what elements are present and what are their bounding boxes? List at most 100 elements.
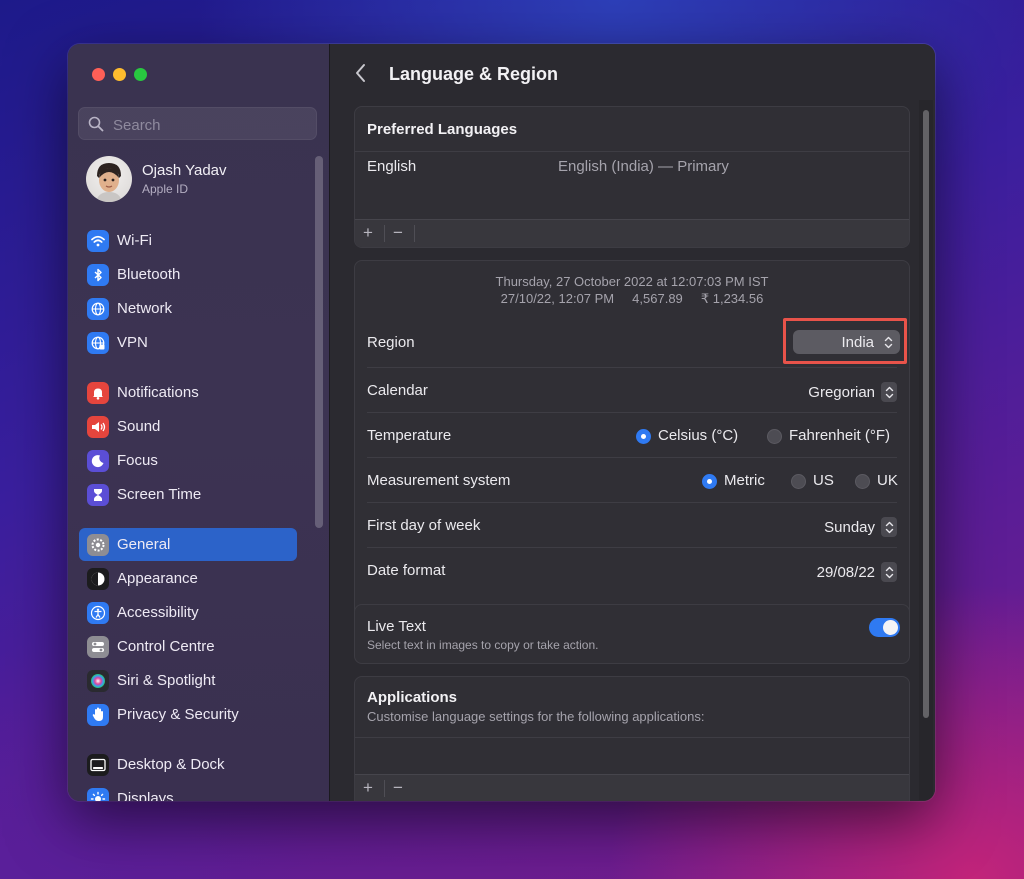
calendar-popup[interactable]: Gregorian xyxy=(808,380,897,404)
uk-radio[interactable] xyxy=(855,474,870,489)
sidebar-item-general[interactable]: General xyxy=(79,528,297,561)
format-preview-numbers: 27/10/22, 12:07 PM 4,567.89 ₹ 1,234.56 xyxy=(500,291,764,306)
format-preview-datetime: Thursday, 27 October 2022 at 12:07:03 PM… xyxy=(495,274,769,289)
applications-heading: Applications xyxy=(367,689,458,706)
sidebar-item-label: Bluetooth xyxy=(117,266,181,283)
divider xyxy=(367,367,897,368)
zoom-button[interactable] xyxy=(134,68,147,81)
sidebar-item-label: Accessibility xyxy=(117,604,199,621)
applications-toolbar: + − xyxy=(355,774,909,801)
metric-radio[interactable] xyxy=(702,474,717,489)
sidebar-item-control-centre[interactable]: Control Centre xyxy=(79,630,297,663)
page-title: Language & Region xyxy=(389,64,559,84)
divider xyxy=(355,737,909,738)
profile-name: Ojash Yadav xyxy=(142,162,227,179)
region-settings-card: Thursday, 27 October 2022 at 12:07:03 PM… xyxy=(354,260,910,634)
sidebar-item-label: General xyxy=(117,536,171,553)
sidebar-scrollbar[interactable] xyxy=(315,156,323,528)
divider xyxy=(367,547,897,548)
region-label: Region xyxy=(367,334,415,351)
sidebar-item-label: Siri & Spotlight xyxy=(117,672,216,689)
applications-description: Customise language settings for the foll… xyxy=(367,709,705,724)
us-label[interactable]: US xyxy=(813,472,834,489)
bell-icon xyxy=(87,381,109,404)
sidebar-item-label: Control Centre xyxy=(117,638,215,655)
date-format-label: Date format xyxy=(367,562,446,579)
search-field[interactable] xyxy=(78,107,317,140)
fahrenheit-label[interactable]: Fahrenheit (°F) xyxy=(789,427,890,444)
main-pane: Language & Region Preferred Languages En… xyxy=(330,44,935,801)
applications-card: Applications Customise language settings… xyxy=(354,676,910,801)
sidebar-item-label: Notifications xyxy=(117,384,199,401)
live-text-card: Live Text Select text in images to copy … xyxy=(354,604,910,664)
sidebar-item-bluetooth[interactable]: Bluetooth xyxy=(79,258,297,291)
sidebar-item-appearance[interactable]: Appearance xyxy=(79,562,297,595)
sidebar-item-siri-spotlight[interactable]: Siri & Spotlight xyxy=(79,664,297,697)
language-detail: English (India) — Primary xyxy=(558,158,729,175)
divider xyxy=(384,225,385,242)
sidebar-item-notifications[interactable]: Notifications xyxy=(79,376,297,409)
sidebar-item-focus[interactable]: Focus xyxy=(79,444,297,477)
divider xyxy=(355,151,909,152)
date-format-value: 29/08/22 xyxy=(816,563,875,581)
us-radio[interactable] xyxy=(791,474,806,489)
sidebar-item-screen-time[interactable]: Screen Time xyxy=(79,478,297,511)
calendar-label: Calendar xyxy=(367,382,428,399)
celsius-radio[interactable] xyxy=(636,429,651,444)
sidebar-item-sound[interactable]: Sound xyxy=(79,410,297,443)
divider xyxy=(367,457,897,458)
add-language-button[interactable]: + xyxy=(363,223,373,243)
sidebar-item-accessibility[interactable]: Accessibility xyxy=(79,596,297,629)
sidebar-item-label: Desktop & Dock xyxy=(117,756,225,773)
first-day-label: First day of week xyxy=(367,517,481,534)
updown-chevron-icon xyxy=(881,382,897,402)
bluetooth-icon xyxy=(87,263,109,286)
minimize-button[interactable] xyxy=(113,68,126,81)
sidebar-item-vpn[interactable]: VPN xyxy=(79,326,297,359)
first-day-value: Sunday xyxy=(824,518,875,536)
remove-application-button[interactable]: − xyxy=(393,778,403,798)
calendar-value: Gregorian xyxy=(808,383,875,401)
first-day-popup[interactable]: Sunday xyxy=(824,515,897,539)
sidebar-item-label: Screen Time xyxy=(117,486,202,503)
add-application-button[interactable]: + xyxy=(363,778,373,798)
control-centre-icon xyxy=(87,635,109,658)
sidebar-item-network[interactable]: Network xyxy=(79,292,297,325)
language-name[interactable]: English xyxy=(367,158,416,175)
live-text-description: Select text in images to copy or take ac… xyxy=(367,638,599,652)
moon-icon xyxy=(87,449,109,472)
divider xyxy=(414,225,415,242)
close-button[interactable] xyxy=(92,68,105,81)
sidebar-item-desktop-dock[interactable]: Desktop & Dock xyxy=(79,748,297,781)
remove-language-button[interactable]: − xyxy=(393,223,403,243)
vpn-globe-icon xyxy=(87,331,109,354)
back-chevron-icon[interactable] xyxy=(354,62,368,84)
date-format-popup[interactable]: 29/08/22 xyxy=(817,560,897,584)
divider xyxy=(367,412,897,413)
divider xyxy=(367,502,897,503)
sidebar-item-wifi[interactable]: Wi-Fi xyxy=(79,224,297,257)
appearance-icon xyxy=(87,567,109,590)
sidebar-item-label: Appearance xyxy=(117,570,198,587)
gear-icon xyxy=(87,533,109,556)
avatar xyxy=(86,156,132,202)
apple-id-profile[interactable]: Ojash Yadav Apple ID xyxy=(86,156,306,206)
wifi-icon xyxy=(87,229,109,252)
sidebar-item-privacy-security[interactable]: Privacy & Security xyxy=(79,698,297,731)
sidebar-item-displays[interactable]: Displays xyxy=(79,782,297,801)
fahrenheit-radio[interactable] xyxy=(767,429,782,444)
metric-label[interactable]: Metric xyxy=(724,472,765,489)
sidebar-item-label: Sound xyxy=(117,418,161,435)
updown-chevron-icon xyxy=(881,562,897,582)
search-input[interactable] xyxy=(111,114,305,136)
live-text-toggle[interactable] xyxy=(869,618,900,637)
sidebar-item-label: VPN xyxy=(117,334,148,351)
main-scrollbar[interactable] xyxy=(923,110,929,718)
profile-subtitle: Apple ID xyxy=(142,182,189,196)
sidebar-item-label: Displays xyxy=(117,790,174,801)
globe-icon xyxy=(87,297,109,320)
sidebar: Ojash Yadav Apple ID Wi-Fi Bluetooth Net… xyxy=(68,44,330,801)
uk-label[interactable]: UK xyxy=(877,472,898,489)
sidebar-item-label: Wi-Fi xyxy=(117,232,152,249)
celsius-label[interactable]: Celsius (°C) xyxy=(658,427,738,444)
